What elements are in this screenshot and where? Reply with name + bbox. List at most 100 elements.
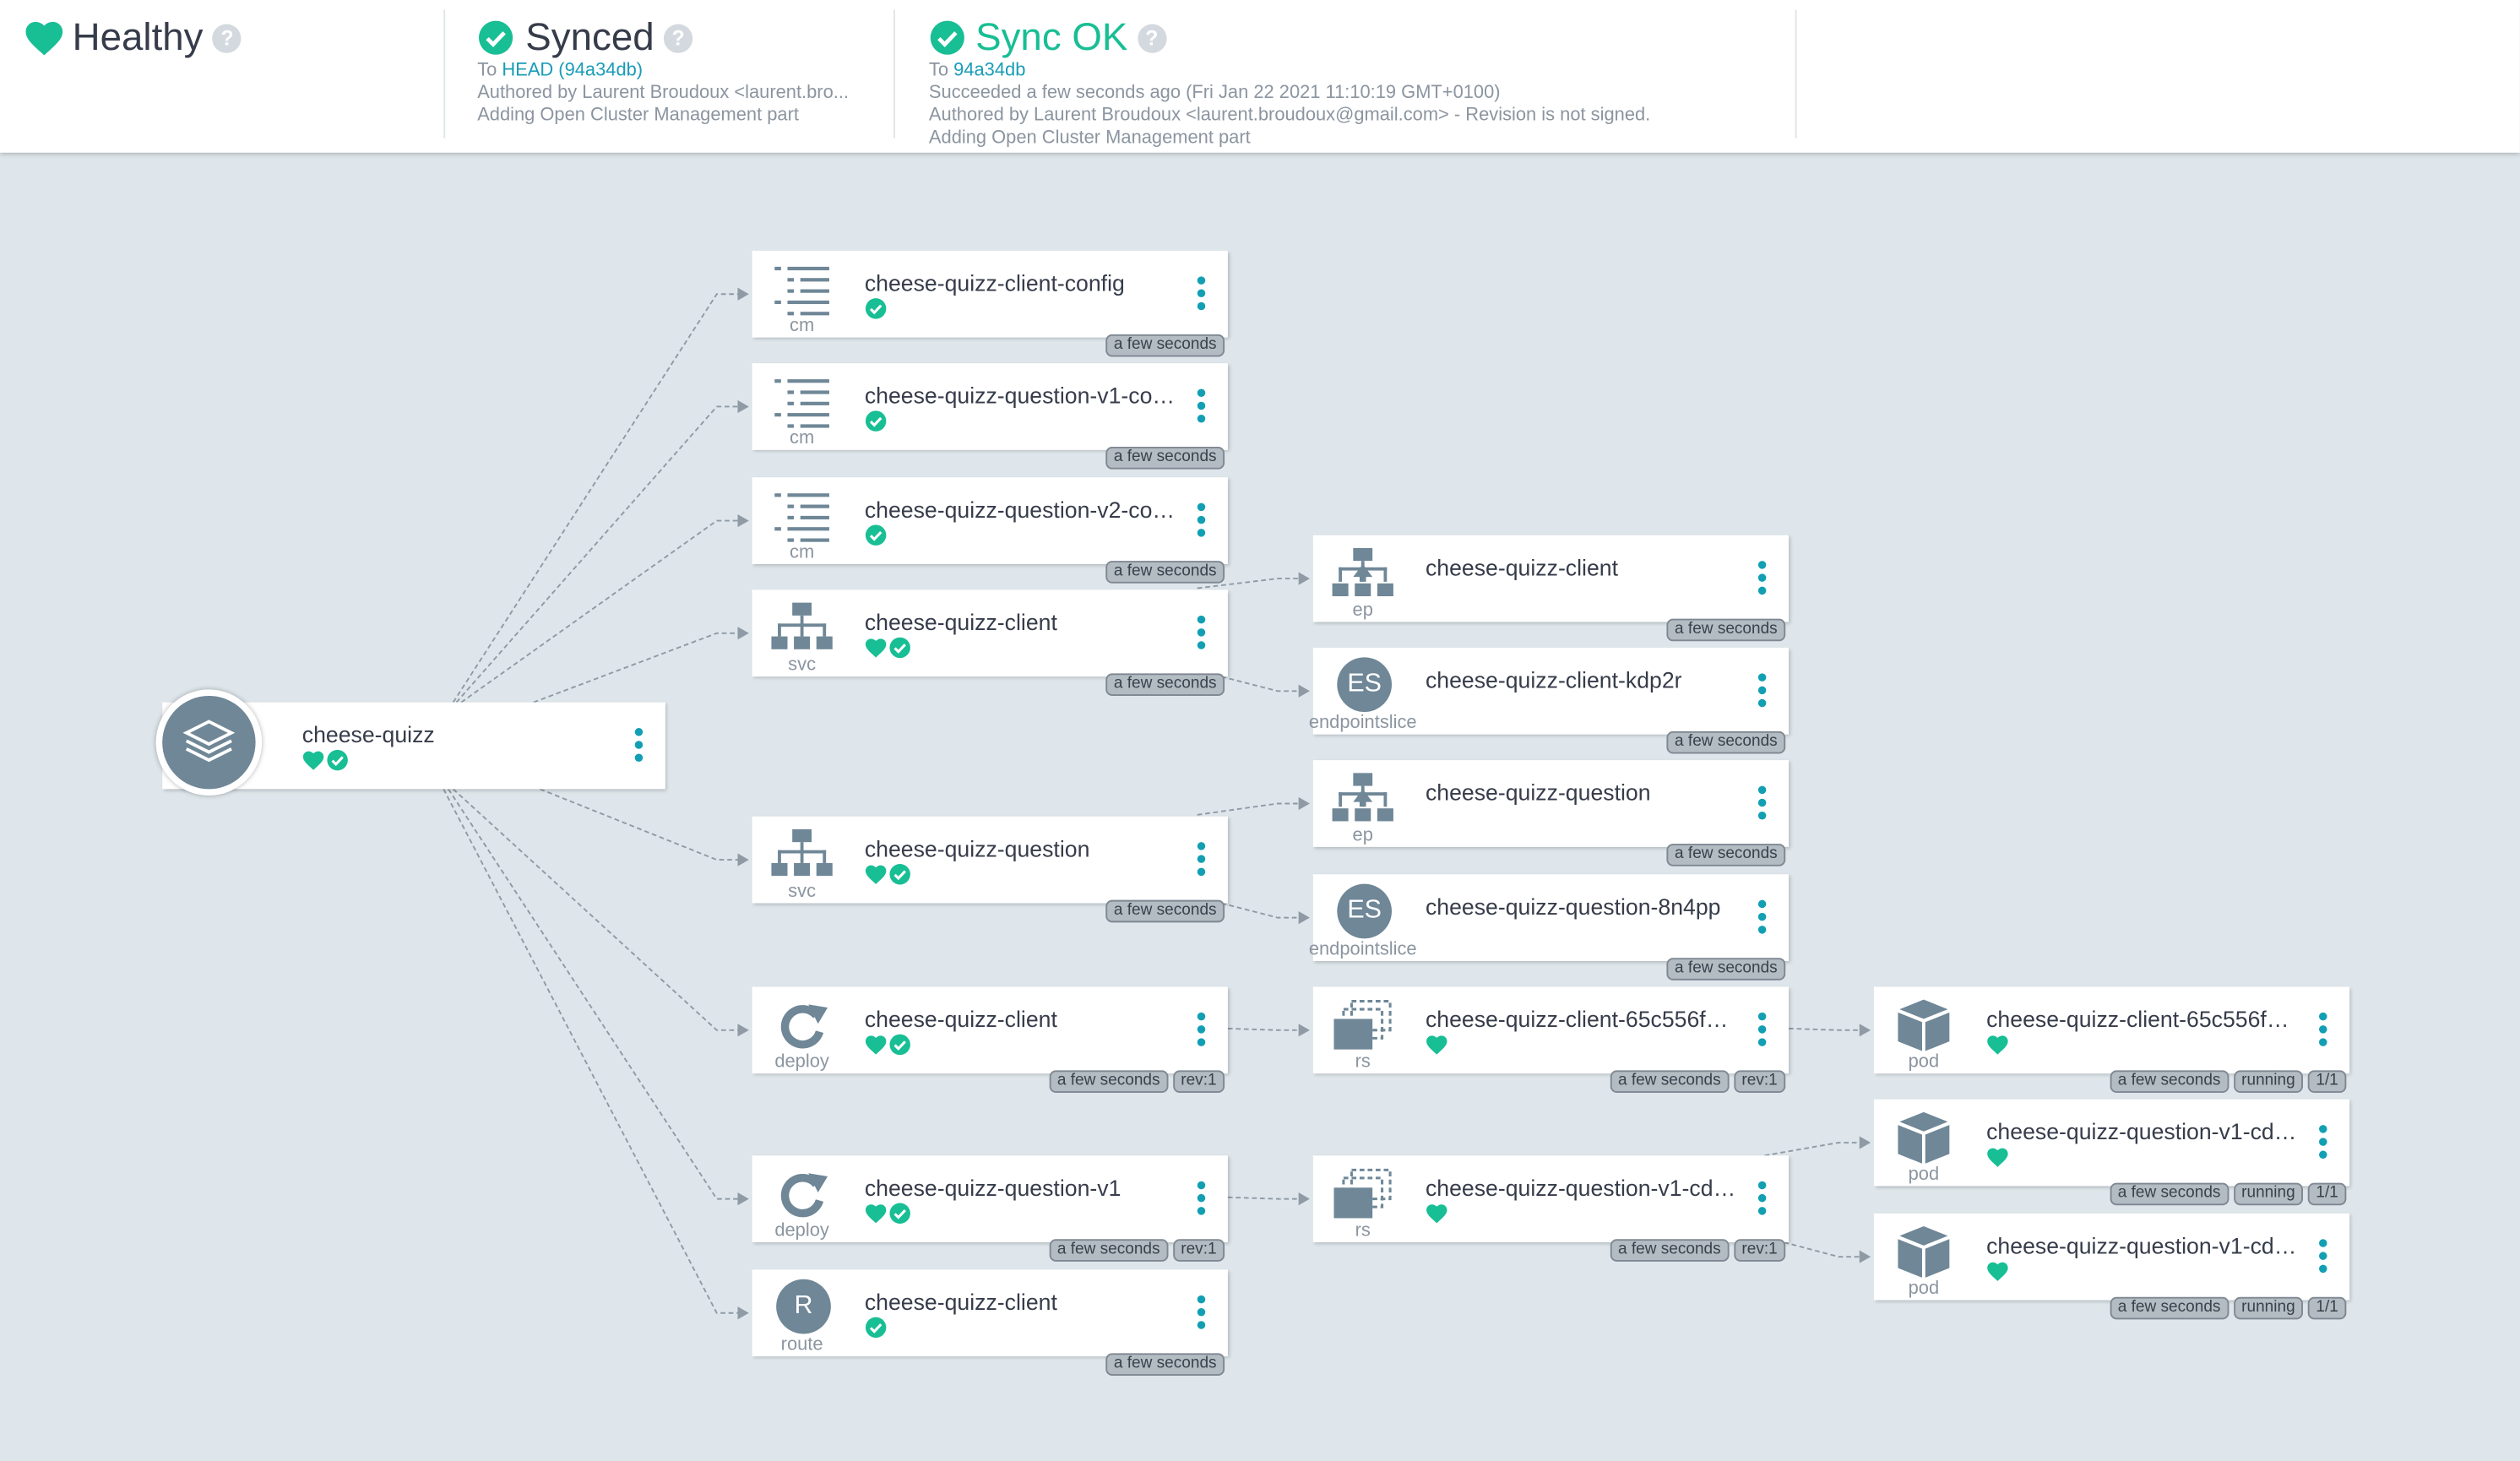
check-circle-icon	[889, 864, 910, 885]
node-badge: 1/1	[2307, 1182, 2347, 1206]
app-icon-badge	[155, 689, 263, 796]
node-badges: a few seconds	[1105, 334, 1225, 357]
edge-arrow	[1298, 684, 1310, 698]
kebab-menu-icon[interactable]	[1196, 1295, 1208, 1334]
node-badge: a few seconds	[1105, 334, 1225, 357]
heart-icon	[1987, 1262, 2008, 1281]
kebab-menu-icon[interactable]	[2317, 1012, 2330, 1051]
node-badge: a few seconds	[1105, 673, 1225, 696]
node-kind-label: ep	[1352, 826, 1373, 845]
node-badges: a few seconds	[1105, 1353, 1225, 1376]
node-badge: a few seconds	[2110, 1070, 2229, 1094]
resource-node-pod[interactable]: pod cheese-quizz-question-v1-cdcc... a few…	[1873, 1213, 2350, 1320]
resource-node-svc[interactable]: svc cheese-quizz-question a few seconds	[752, 816, 1228, 923]
kebab-menu-icon[interactable]	[1196, 276, 1208, 315]
resource-node-pod[interactable]: pod cheese-quizz-question-v1-cdcc... a few…	[1873, 1099, 2350, 1206]
endpointslice-icon: ES	[1337, 883, 1392, 939]
resource-node-endpointslice[interactable]: ES endpointslice cheese-quizz-question-8n4…	[1309, 874, 1790, 980]
node-badge: running	[2233, 1182, 2304, 1206]
node-badge: rev:1	[1172, 1070, 1225, 1094]
kebab-menu-icon[interactable]	[1196, 502, 1208, 542]
node-kind-label: cm	[789, 316, 815, 336]
resource-node-route[interactable]: Rroute cheese-quizz-client a few seconds	[752, 1269, 1228, 1376]
node-kind-label: ep	[1352, 600, 1373, 621]
node-badge: rev:1	[1733, 1239, 1786, 1262]
heart-icon	[1426, 1035, 1447, 1055]
resource-node-ep[interactable]: ep cheese-quizz-client a few seconds	[1312, 535, 1790, 642]
kebab-menu-icon[interactable]	[1757, 1012, 1769, 1051]
node-badges: a few seconds running 1/1	[2110, 1182, 2347, 1206]
kebab-menu-icon[interactable]	[1757, 899, 1769, 939]
resource-node-cm[interactable]: cm cheese-quizz-question-v1-config a few s…	[752, 363, 1228, 470]
root-app-name: cheese-quizz	[301, 721, 435, 747]
resource-node-ep[interactable]: ep cheese-quizz-question a few seconds	[1312, 760, 1790, 866]
resource-node-rs[interactable]: rs cheese-quizz-client-65c556f455 a few se…	[1312, 986, 1790, 1094]
edge-arrow	[1298, 1192, 1310, 1206]
kebab-menu-icon[interactable]	[633, 728, 646, 767]
kebab-menu-icon[interactable]	[1196, 615, 1208, 654]
node-kind-label: pod	[1908, 1165, 1940, 1185]
resource-node-cm[interactable]: cm cheese-quizz-client-config a few second…	[752, 250, 1228, 357]
resource-node-pod[interactable]: pod cheese-quizz-client-65c556f45... a few…	[1873, 986, 2350, 1094]
edge-arrow	[1298, 572, 1310, 585]
node-badges: a few seconds running 1/1	[2110, 1296, 2347, 1320]
node-badge: a few seconds	[1610, 1070, 1730, 1094]
kebab-menu-icon[interactable]	[2317, 1125, 2330, 1164]
check-circle-icon	[889, 637, 910, 659]
edge-arrow	[1859, 1136, 1871, 1149]
replicaset-icon	[1331, 1167, 1395, 1222]
app-stage: Healthy? Synced? To HEAD (94a34db) Autho…	[0, 0, 2520, 1461]
kebab-menu-icon[interactable]	[1757, 785, 1769, 825]
node-name: cheese-quizz-client	[864, 1289, 1057, 1315]
kebab-menu-icon[interactable]	[1196, 388, 1208, 428]
resource-node-deploy[interactable]: deploy cheese-quizz-client a few seconds re…	[752, 986, 1228, 1094]
node-badge: a few seconds	[1105, 1353, 1225, 1376]
node-kind-label: rs	[1355, 1221, 1371, 1241]
kebab-menu-icon[interactable]	[1757, 673, 1769, 712]
node-badge: a few seconds	[1666, 618, 1786, 642]
check-circle-icon	[889, 1034, 910, 1056]
node-status-icons	[865, 410, 889, 432]
node-badges: a few seconds rev:1	[1610, 1239, 1786, 1262]
resource-node-cm[interactable]: cm cheese-quizz-question-v2-config a few s…	[752, 477, 1228, 584]
kebab-menu-icon[interactable]	[1196, 1012, 1208, 1051]
node-badges: a few seconds running 1/1	[2110, 1070, 2347, 1094]
node-name: cheese-quizz-question-v1-config	[864, 382, 1180, 409]
node-kind-label: endpointslice	[1308, 940, 1417, 960]
edge-arrow	[737, 287, 749, 301]
root-application-node[interactable]: cheese-quizz	[155, 689, 665, 796]
resource-node-rs[interactable]: rs cheese-quizz-question-v1-cdcc... a few …	[1312, 1155, 1790, 1262]
edge-line	[1227, 1196, 1301, 1200]
node-badges: a few seconds	[1105, 673, 1225, 696]
kebab-menu-icon[interactable]	[1757, 1181, 1769, 1220]
node-kind-label: deploy	[774, 1221, 829, 1241]
node-badges: a few seconds	[1666, 958, 1786, 980]
resource-node-endpointslice[interactable]: ES endpointslice cheese-quizz-client-kdp2r…	[1309, 647, 1790, 754]
node-name: cheese-quizz-client-config	[864, 269, 1125, 296]
edge-line	[1764, 1142, 1861, 1157]
node-badge: a few seconds	[1105, 447, 1225, 470]
edge-arrow	[737, 1306, 749, 1320]
heart-icon	[1426, 1204, 1447, 1224]
node-kind-label: svc	[788, 882, 817, 902]
resource-node-svc[interactable]: svc cheese-quizz-client a few seconds	[752, 589, 1228, 696]
node-kind-label: pod	[1908, 1052, 1940, 1073]
edge-arrow	[1298, 1024, 1310, 1037]
edge-line	[443, 788, 740, 1314]
kebab-menu-icon[interactable]	[1196, 842, 1208, 881]
endpoints-icon	[1331, 771, 1395, 826]
resource-node-deploy[interactable]: deploy cheese-quizz-question-v1 a few seco…	[752, 1155, 1228, 1262]
edge-line	[533, 632, 740, 703]
kebab-menu-icon[interactable]	[1757, 561, 1769, 600]
edge-arrow	[737, 513, 749, 528]
node-badge: a few seconds	[1610, 1239, 1730, 1262]
service-icon	[770, 828, 834, 883]
node-name: cheese-quizz-question-v1	[864, 1175, 1122, 1201]
heart-icon	[865, 1204, 887, 1224]
node-badge: a few seconds	[1105, 899, 1225, 923]
kebab-menu-icon[interactable]	[1196, 1181, 1208, 1220]
node-name: cheese-quizz-client	[1425, 554, 1619, 580]
node-badge: rev:1	[1733, 1070, 1786, 1094]
kebab-menu-icon[interactable]	[2317, 1239, 2330, 1278]
node-badge: running	[2233, 1296, 2304, 1320]
